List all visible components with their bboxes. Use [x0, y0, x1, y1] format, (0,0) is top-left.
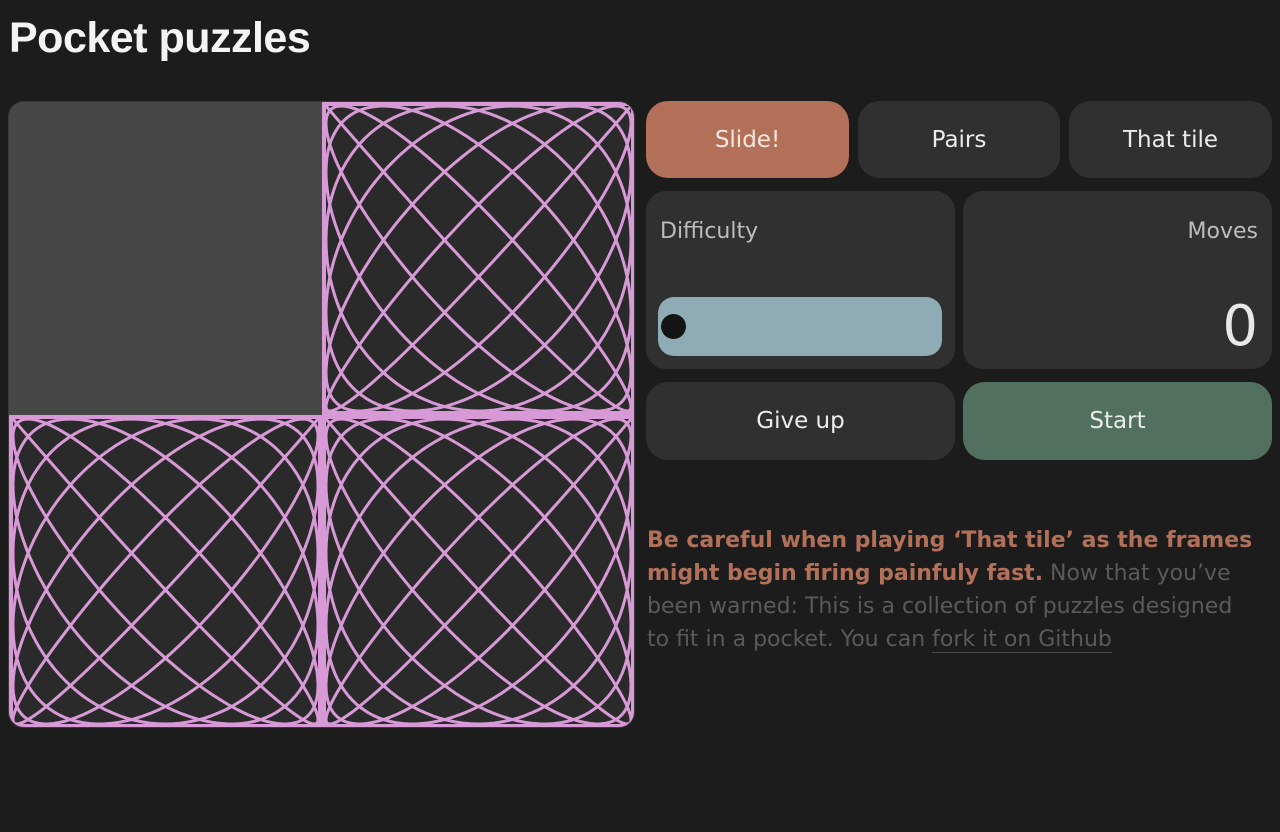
difficulty-slider[interactable]: [658, 297, 942, 356]
github-link[interactable]: fork it on Github: [932, 627, 1112, 653]
give-up-button[interactable]: Give up: [646, 382, 955, 460]
info-text: Be careful when playing ‘That tile’ as t…: [647, 524, 1257, 656]
puzzle-board: [8, 101, 635, 728]
puzzle-tile[interactable]: [322, 415, 634, 727]
moves-label: Moves: [1187, 219, 1258, 244]
mode-that-tile-button[interactable]: That tile: [1069, 101, 1272, 178]
moves-panel: Moves 0: [963, 191, 1272, 369]
lissajous-pattern-icon: [322, 102, 634, 415]
mode-pairs-button[interactable]: Pairs: [858, 101, 1060, 178]
slider-thumb[interactable]: [661, 314, 686, 339]
page-title: Pocket puzzles: [9, 14, 311, 62]
lissajous-pattern-icon: [322, 415, 634, 727]
empty-tile-slot: [9, 102, 322, 415]
difficulty-panel: Difficulty: [646, 191, 955, 369]
puzzle-tile[interactable]: [9, 415, 322, 727]
moves-counter: 0: [1222, 294, 1258, 359]
start-button[interactable]: Start: [963, 382, 1272, 460]
difficulty-label: Difficulty: [660, 219, 759, 244]
puzzle-tile[interactable]: [322, 102, 634, 415]
mode-slide-button[interactable]: Slide!: [646, 101, 849, 178]
lissajous-pattern-icon: [9, 415, 322, 727]
